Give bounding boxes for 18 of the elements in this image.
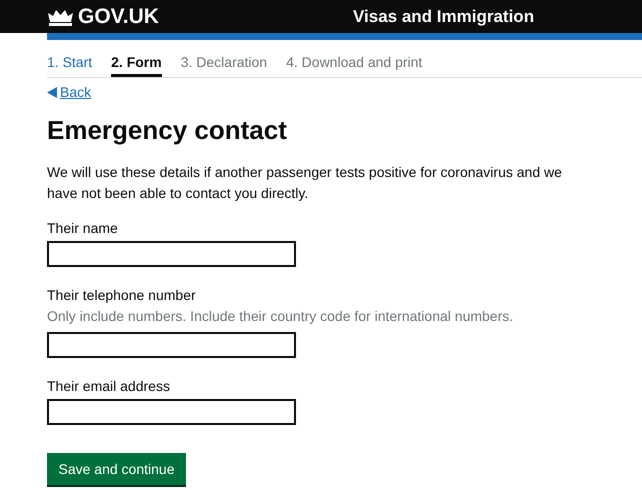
step-tab[interactable]: 3. Declaration bbox=[180, 54, 268, 77]
intro-text: We will use these details if another passenger tests positive for coronavirus and we have not been able to contact you directly. bbox=[47, 162, 563, 203]
logo[interactable]: GOV.UK bbox=[78, 4, 159, 28]
input-field[interactable] bbox=[47, 240, 296, 266]
step-tab[interactable]: 1. Start bbox=[47, 54, 92, 77]
service-name: Visas and Immigration bbox=[353, 6, 534, 26]
input-field[interactable] bbox=[47, 398, 296, 424]
save-button[interactable]: Save and continue bbox=[47, 452, 186, 484]
step-tab[interactable]: 2. Form bbox=[111, 54, 162, 77]
input-field[interactable] bbox=[47, 332, 296, 358]
back-triangle-icon[interactable] bbox=[47, 86, 57, 98]
field-label: Their telephone number bbox=[47, 286, 197, 302]
back-link[interactable]: Back bbox=[60, 84, 92, 100]
field-label: Their email address bbox=[47, 378, 171, 394]
step-tab[interactable]: 4. Download and print bbox=[286, 54, 422, 77]
field-label: Their name bbox=[47, 220, 119, 236]
field-hint: Only include numbers. Include their country code for international numbers. bbox=[47, 308, 514, 324]
page-heading: Emergency contact bbox=[47, 114, 288, 146]
